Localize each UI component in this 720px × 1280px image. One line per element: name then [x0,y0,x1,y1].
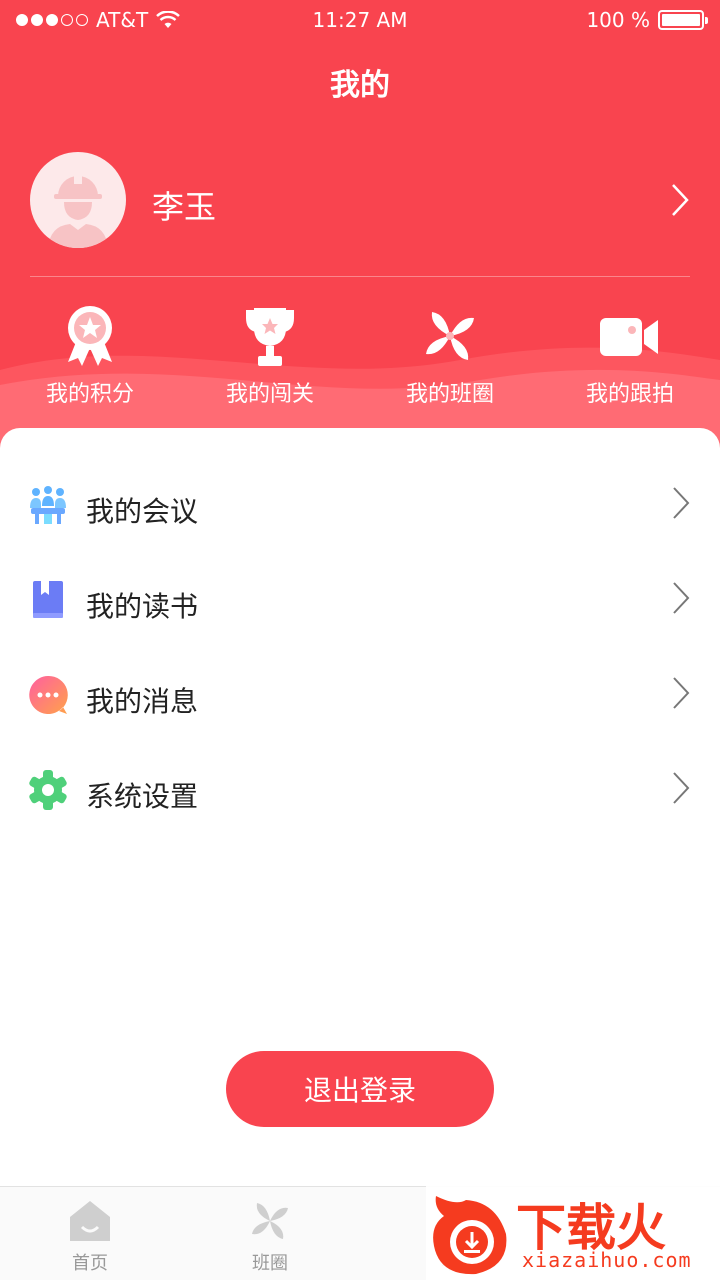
quick-action-label: 我的闯关 [225,382,314,407]
tab-home[interactable]: 首页 [0,1187,180,1280]
chevron-right-icon [673,772,690,804]
pinwheel-icon [426,312,474,360]
menu-item-messages[interactable]: 我的消息 [0,654,720,734]
quick-action-video[interactable]: 我的跟拍 [540,300,720,410]
menu-item-settings[interactable]: 系统设置 [0,749,720,829]
pinwheel-icon [252,1203,288,1239]
quick-action-label: 我的跟拍 [585,382,674,407]
worker-avatar-icon [48,174,108,248]
logout-button[interactable]: 退出登录 [226,1051,494,1127]
quick-actions: 我的积分 我的闯关 我的班圈 我的跟拍 [0,300,720,410]
chevron-right-icon [673,582,690,614]
watermark-url: xiazaihuo.com [522,1248,692,1272]
menu-label: 我的会议 [86,495,199,528]
tab-label: 班圈 [252,1253,288,1274]
page-title: 我的 [330,68,390,103]
divider [30,276,690,277]
flame-logo-icon [433,1196,507,1275]
quick-action-circle[interactable]: 我的班圈 [360,300,540,410]
meeting-icon [30,486,66,524]
tab-circle[interactable]: 班圈 [180,1187,360,1280]
profile-row[interactable]: 李玉 [30,152,690,248]
user-name: 李玉 [152,188,217,226]
home-icon [70,1201,110,1241]
menu-item-reading[interactable]: 我的读书 [0,559,720,639]
battery-icon [658,10,708,30]
status-bar: AT&T 11:27 AM 100 % [0,0,720,40]
menu-label: 系统设置 [86,780,199,813]
quick-action-points[interactable]: 我的积分 [0,300,180,410]
menu-item-meetings[interactable]: 我的会议 [0,464,720,544]
menu-label: 我的消息 [86,685,199,718]
quick-action-label: 我的积分 [45,382,134,407]
header: AT&T 11:27 AM 100 % 我的 李玉 我的积分 我的闯关 我的班圈… [0,0,720,460]
avatar[interactable] [30,152,126,248]
medal-icon [68,306,112,366]
menu-label: 我的读书 [86,590,199,623]
message-icon [29,675,68,714]
status-right: 100 % [586,8,708,32]
quick-action-challenge[interactable]: 我的闯关 [180,300,360,410]
settings-icon [29,770,67,810]
chevron-right-icon [673,677,690,709]
watermark: 下载火 xiazaihuo.com [426,1184,720,1280]
book-icon [33,581,63,618]
trophy-icon [246,308,294,366]
battery-label: 100 % [586,8,650,32]
tab-label: 首页 [72,1253,108,1274]
chevron-right-icon[interactable] [670,182,690,218]
chevron-right-icon [673,487,690,519]
video-camera-icon [600,318,658,356]
quick-action-label: 我的班圈 [405,382,494,407]
